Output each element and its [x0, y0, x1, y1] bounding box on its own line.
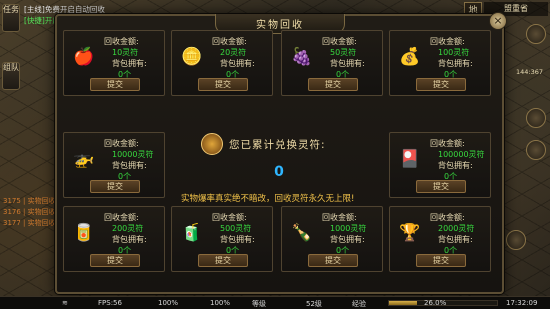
- bag-label: 背包拥有:: [438, 59, 473, 68]
- recycle-item-card: 🥫 回收金额: 200灵符 背包拥有: 0个 提交: [63, 206, 165, 272]
- bag-label: 背包拥有:: [330, 59, 365, 68]
- team-label: 组队: [3, 63, 19, 72]
- submit-button[interactable]: 提交: [198, 78, 248, 91]
- fps-readout: FPS:56: [98, 299, 122, 307]
- amount-value: 50灵符: [330, 48, 357, 57]
- recycle-item-card: 💰 回收金额: 100灵符 背包拥有: 0个 提交: [389, 30, 491, 96]
- amount-label: 回收金额:: [212, 213, 247, 222]
- battery-readout: 100%: [210, 299, 231, 307]
- amount-value: 100灵符: [438, 48, 470, 57]
- recycle-dialog: 实物回收 × 🍎 回收金额: 10灵符 背包拥有: 0个 提交 🪙 回收金额: 20灵符 背包拥有…: [55, 12, 507, 294]
- recycle-item-card: 🪙 回收金额: 20灵符 背包拥有: 0个 提交: [171, 30, 273, 96]
- talisman-emblem-icon: [201, 133, 223, 155]
- recycle-item-card: 🚁 回收金额: 10000灵符 背包拥有: 0个 提交: [63, 132, 165, 198]
- amount-value: 1000灵符: [330, 224, 367, 233]
- amount-value: 20灵符: [220, 48, 247, 57]
- submit-button[interactable]: 提交: [416, 254, 466, 267]
- wifi-icon: ≋: [62, 299, 68, 307]
- level-label: 等级: [252, 300, 266, 308]
- bag-label: 背包拥有:: [220, 235, 255, 244]
- bag-label: 背包拥有:: [220, 59, 255, 68]
- exp-percent: 26.0%: [424, 299, 447, 307]
- bag-label: 背包拥有:: [330, 235, 365, 244]
- amount-label: 回收金额:: [104, 139, 139, 148]
- recycle-item-card: 🏆 回收金额: 2000灵符 背包拥有: 0个 提交: [389, 206, 491, 272]
- submit-button[interactable]: 提交: [416, 78, 466, 91]
- amount-value: 200灵符: [112, 224, 144, 233]
- red-can-icon: 🧃: [181, 223, 203, 243]
- bag-label: 背包拥有:: [112, 161, 147, 170]
- recycle-item-card: 🎴 回收金额: 100000灵符 背包拥有: 0个 提交: [389, 132, 491, 198]
- total-exchanged-count: 0: [274, 164, 284, 180]
- amount-value: 100000灵符: [438, 150, 485, 159]
- status-bar: ≋ FPS:56 100% 100% 等级 52级 经验 26.0% 17:32…: [0, 296, 550, 309]
- submit-button[interactable]: 提交: [416, 180, 466, 193]
- clock: 17:32:09: [506, 299, 538, 307]
- submit-button[interactable]: 提交: [198, 254, 248, 267]
- amount-value: 2000灵符: [438, 224, 475, 233]
- submit-button[interactable]: 提交: [90, 254, 140, 267]
- total-exchanged-label: 您已累计兑换灵符:: [229, 139, 326, 151]
- team-button[interactable]: 组队: [2, 62, 20, 90]
- bag-label: 背包拥有:: [438, 161, 473, 170]
- skill-button[interactable]: [526, 24, 546, 44]
- grapes-icon: 🍇: [291, 47, 313, 67]
- coin-pile-icon: 💰: [399, 47, 421, 67]
- battery-readout: 100%: [158, 299, 179, 307]
- amount-label: 回收金额:: [430, 213, 465, 222]
- amount-label: 回收金额:: [322, 37, 357, 46]
- card-pack-icon: 🎴: [399, 149, 421, 169]
- task-button[interactable]: 任务: [2, 4, 20, 32]
- recycle-item-card: 🍇 回收金额: 50灵符 背包拥有: 0个 提交: [281, 30, 383, 96]
- submit-button[interactable]: 提交: [308, 254, 358, 267]
- amount-value: 10000灵符: [112, 150, 154, 159]
- amount-label: 回收金额:: [212, 37, 247, 46]
- task-label: 任务: [3, 5, 19, 14]
- skill-button[interactable]: [526, 108, 546, 128]
- amount-label: 回收金额:: [104, 213, 139, 222]
- gold-ingot-icon: 🪙: [181, 47, 203, 67]
- helicopter-icon: 🚁: [73, 149, 95, 169]
- submit-button[interactable]: 提交: [90, 78, 140, 91]
- player-coords: 144:367: [516, 68, 544, 76]
- exp-label: 经验: [352, 300, 366, 308]
- bag-label: 背包拥有:: [112, 235, 147, 244]
- trophy-icon: 🏆: [399, 223, 421, 243]
- bag-label: 背包拥有:: [438, 235, 473, 244]
- submit-button[interactable]: 提交: [90, 180, 140, 193]
- level-value: 52级: [306, 300, 322, 308]
- recycle-item-card: 🍾 回收金额: 1000灵符 背包拥有: 0个 提交: [281, 206, 383, 272]
- recycle-item-card: 🍎 回收金额: 10灵符 背包拥有: 0个 提交: [63, 30, 165, 96]
- amount-label: 回收金额:: [430, 37, 465, 46]
- apple-icon: 🍎: [73, 47, 95, 67]
- attack-button[interactable]: [506, 230, 526, 250]
- dialog-title: 实物回收: [256, 20, 304, 31]
- amount-label: 回收金额:: [430, 139, 465, 148]
- bag-label: 背包拥有:: [112, 59, 147, 68]
- submit-button[interactable]: 提交: [308, 78, 358, 91]
- bottle-icon: 🍾: [291, 223, 313, 243]
- soda-can-icon: 🥫: [73, 223, 95, 243]
- recycle-item-card: 🧃 回收金额: 500灵符 背包拥有: 0个 提交: [171, 206, 273, 272]
- amount-label: 回收金额:: [104, 37, 139, 46]
- recycle-notice: 实物爆率真实绝不暗改，回收灵符永久无上限!: [181, 194, 355, 204]
- exp-progress-fill: [389, 301, 418, 305]
- amount-label: 回收金额:: [322, 213, 357, 222]
- amount-value: 500灵符: [220, 224, 252, 233]
- close-button[interactable]: ×: [489, 12, 507, 30]
- skill-button[interactable]: [526, 140, 546, 160]
- amount-value: 10灵符: [112, 48, 139, 57]
